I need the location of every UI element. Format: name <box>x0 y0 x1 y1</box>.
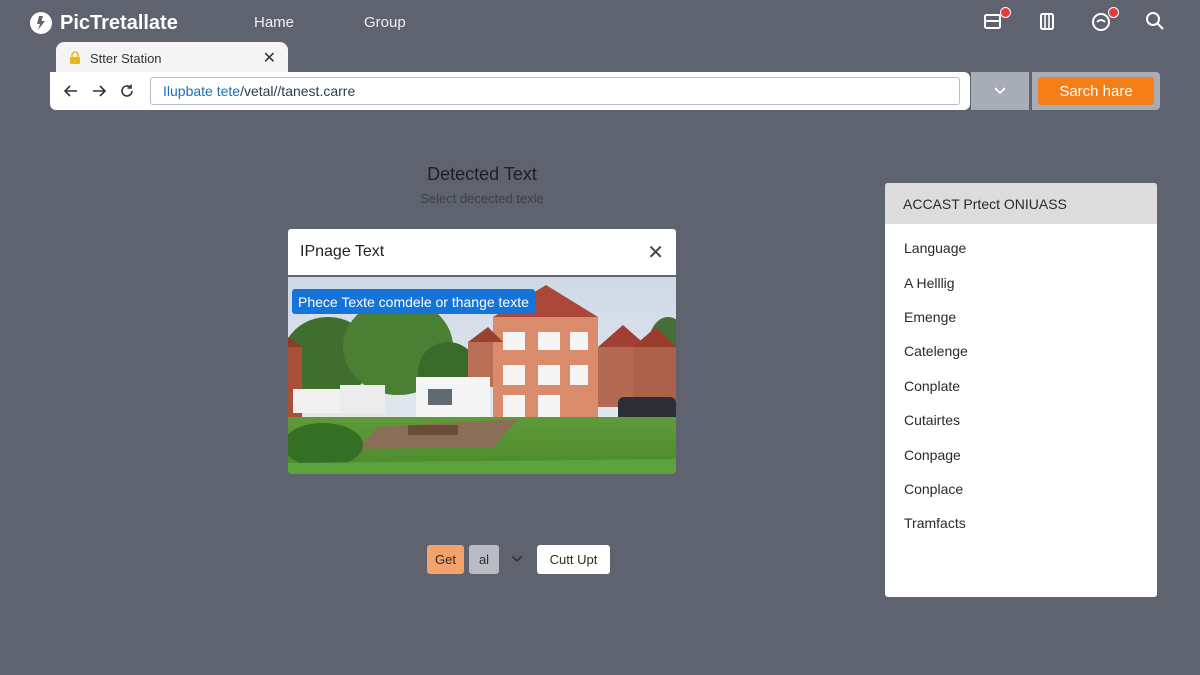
nav-group[interactable]: Group <box>364 14 406 31</box>
forward-button[interactable] <box>88 80 110 102</box>
url-path: /vetal//tanest.carre <box>240 83 356 99</box>
panel-header: ACCAST Prtect ONIUASS <box>885 183 1157 224</box>
image-card-header: IPnage Text ✕ <box>288 229 676 275</box>
tab-title: Stter Station <box>90 50 162 66</box>
panel-item[interactable]: Conpage <box>885 437 1157 471</box>
detected-photo[interactable]: Phece Texte comdele or thange texte <box>288 277 676 474</box>
reload-icon <box>121 84 133 97</box>
inbox-badge <box>1000 7 1011 18</box>
chevron-down-icon <box>994 87 1006 95</box>
get-button[interactable]: Get <box>427 545 464 574</box>
notification-badge <box>1108 7 1119 18</box>
al-button[interactable]: al <box>469 545 499 574</box>
search-here-button[interactable]: Sarch hare <box>1038 77 1154 105</box>
panel-item[interactable]: Cutairtes <box>885 403 1157 437</box>
inbox-button[interactable] <box>982 7 1011 36</box>
cut-up-button[interactable]: Cutt Upt <box>537 545 610 574</box>
reload-button[interactable] <box>116 80 138 102</box>
controls-dropdown-button[interactable] <box>508 550 526 568</box>
address-bar: Ilupbate tete /vetal//tanest.carre <box>50 72 970 110</box>
clipboard-icon <box>1040 13 1054 30</box>
clipboard-button[interactable] <box>1036 10 1062 36</box>
panel-item[interactable]: Language <box>885 231 1157 265</box>
back-button[interactable] <box>60 80 82 102</box>
top-app-bar: PicTretallate Hame Group <box>0 0 1200 46</box>
search-icon <box>1146 12 1164 30</box>
browser-tab[interactable]: Stter Station ✕ <box>56 42 288 74</box>
app-logo[interactable]: PicTretallate <box>30 10 178 36</box>
arrow-right-icon <box>93 85 107 97</box>
nav-home[interactable]: Hame <box>254 14 294 31</box>
detected-text-tag[interactable]: Phece Texte comdele or thange texte <box>292 289 535 314</box>
panel-item[interactable]: Tramfacts <box>885 506 1157 540</box>
panel-item[interactable]: A Helllig <box>885 265 1157 299</box>
app-name: PicTretallate <box>60 11 178 34</box>
detected-text-subtitle: Select decected texle <box>420 191 544 206</box>
tab-close-icon[interactable]: ✕ <box>263 48 276 68</box>
image-card-close-icon[interactable]: ✕ <box>647 240 664 265</box>
url-dropdown-button[interactable] <box>971 72 1029 110</box>
panel-item[interactable]: Conplate <box>885 369 1157 403</box>
notification-button[interactable] <box>1090 7 1119 36</box>
logo-icon <box>30 12 52 34</box>
panel-item[interactable]: Emenge <box>885 300 1157 334</box>
panel-list: Language A Helllig Emenge Catelenge Conp… <box>885 224 1157 541</box>
url-prefix: Ilupbate tete <box>163 83 241 99</box>
language-panel: ACCAST Prtect ONIUASS Language A Helllig… <box>885 183 1157 597</box>
lock-icon <box>70 51 80 64</box>
image-card-title: IPnage Text <box>300 243 385 260</box>
panel-item[interactable]: Catelenge <box>885 334 1157 368</box>
search-button-wrap: Sarch hare <box>1032 72 1160 110</box>
chevron-down-icon <box>511 555 523 563</box>
panel-item[interactable]: Conplace <box>885 472 1157 506</box>
arrow-left-icon <box>63 85 77 97</box>
url-input[interactable]: Ilupbate tete /vetal//tanest.carre <box>150 77 960 105</box>
detected-text-title: Detected Text <box>427 164 537 184</box>
search-button[interactable] <box>1144 10 1170 36</box>
